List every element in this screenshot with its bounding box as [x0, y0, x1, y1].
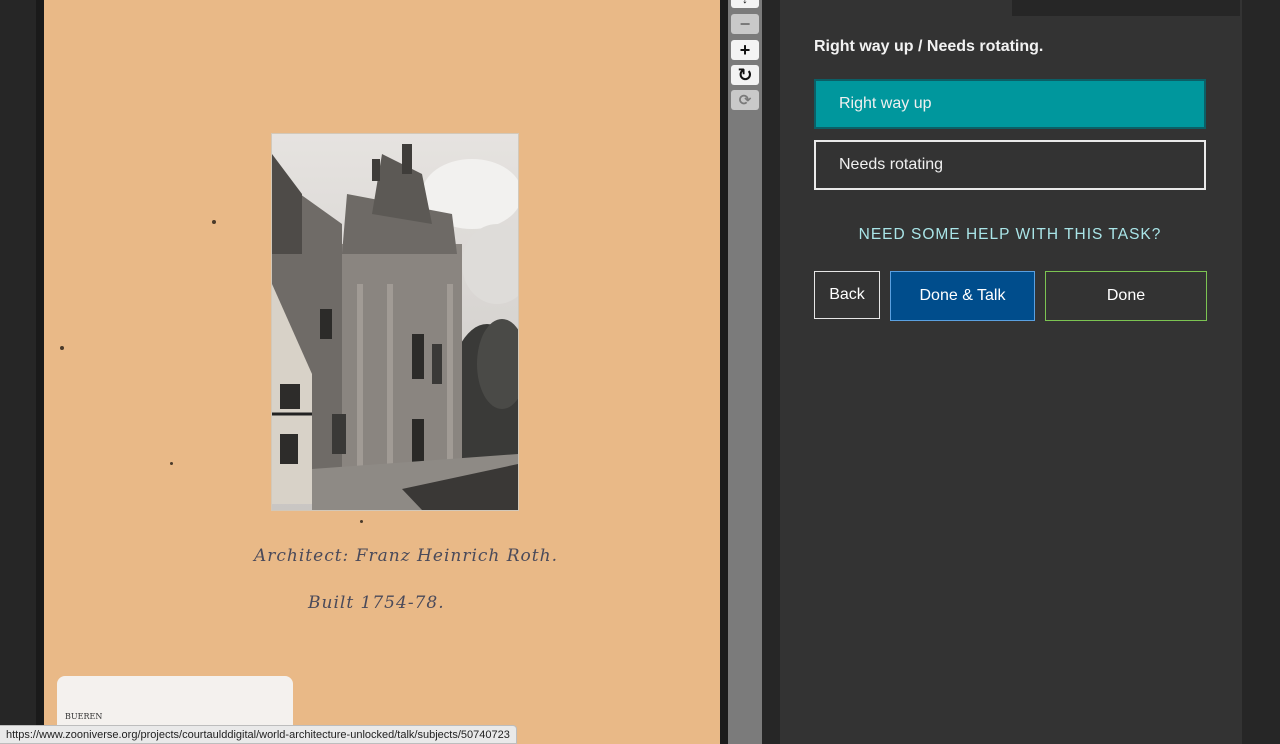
pan-icon[interactable]: ↓: [731, 0, 759, 8]
zoom-in-button[interactable]: +: [731, 40, 759, 60]
paper-speck: [212, 220, 216, 224]
panel-top-bar: [1012, 0, 1240, 16]
paper-speck: [360, 520, 363, 523]
handwritten-date-note: Built 1754-78.: [308, 593, 445, 613]
answer-label: Right way up: [839, 95, 932, 112]
viewer-left-edge: [36, 0, 44, 744]
reset-view-button[interactable]: ⟳: [731, 90, 759, 110]
help-link[interactable]: NEED SOME HELP WITH THIS TASK?: [814, 226, 1206, 244]
left-gutter: [0, 0, 36, 744]
viewer-right-edge: [720, 0, 728, 744]
viewer-controls: ↓ − + ↻ ⟳: [728, 0, 762, 744]
answer-right-way-up[interactable]: Right way up: [814, 79, 1206, 129]
status-bar-url: https://www.zooniverse.org/projects/cour…: [0, 725, 517, 744]
architecture-photo: [272, 134, 518, 510]
back-button[interactable]: Back: [814, 271, 880, 319]
zoom-out-button[interactable]: −: [731, 14, 759, 34]
answer-needs-rotating[interactable]: Needs rotating: [814, 140, 1206, 190]
building-photo-image: [272, 134, 518, 510]
index-card-text: BUEREN: [65, 712, 103, 721]
done-and-talk-button[interactable]: Done & Talk: [890, 271, 1035, 321]
handwritten-architect-note: Architect: Franz Heinrich Roth.: [254, 546, 558, 566]
subject-viewer[interactable]: Architect: Franz Heinrich Roth. Built 17…: [44, 0, 720, 744]
rotate-button[interactable]: ↻: [731, 65, 759, 85]
paper-speck: [170, 462, 173, 465]
panel-gap: [762, 0, 780, 744]
done-button[interactable]: Done: [1045, 271, 1207, 321]
task-question: Right way up / Needs rotating.: [814, 38, 1044, 55]
paper-speck: [60, 346, 64, 350]
right-strip: [1242, 0, 1280, 744]
answer-label: Needs rotating: [839, 156, 944, 173]
